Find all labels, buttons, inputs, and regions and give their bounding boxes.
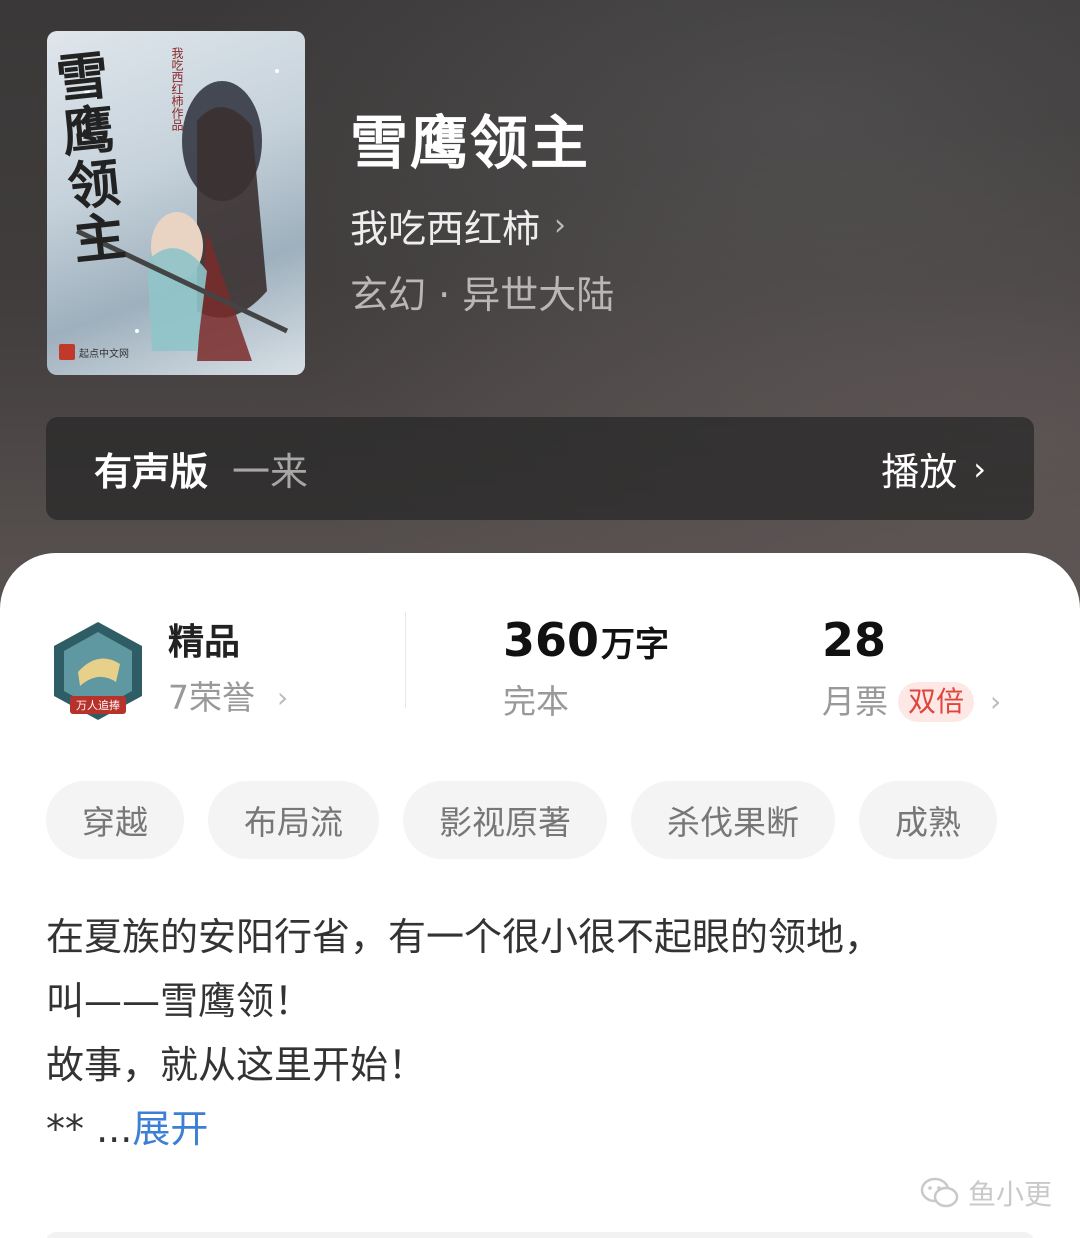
tag-list: 穿越 布局流 影视原著 杀伐果断 成熟	[46, 781, 997, 859]
honor-title: 精品	[168, 622, 241, 663]
description-line: 叫——雪鹰领！	[46, 979, 313, 1023]
completion-status: 完本	[503, 682, 569, 721]
chevron-right-icon: ›	[990, 685, 1002, 718]
genre-label: 玄幻 · 异世大陆	[350, 272, 615, 317]
watermark-text: 鱼小更	[968, 1178, 1053, 1211]
chevron-right-icon: ›	[277, 681, 289, 714]
word-count-unit: 万字	[601, 625, 670, 665]
word-count: 360万字	[503, 612, 669, 673]
author-link[interactable]: 我吃西红柿 ›	[350, 200, 567, 251]
word-count-number: 360	[503, 613, 600, 667]
book-cover[interactable]: 雪鹰领主 我吃西红柿作品 起点中文网	[47, 31, 305, 375]
double-votes-badge: 双倍	[898, 682, 975, 722]
wechat-icon	[920, 1177, 959, 1208]
publisher-seal-icon	[59, 344, 75, 360]
tag-chip[interactable]: 穿越	[46, 781, 184, 859]
book-description: 在夏族的安阳行省，有一个很小很不起眼的领地， 叫——雪鹰领！ 故事，就从这里开始…	[46, 905, 1036, 1161]
book-title: 雪鹰领主	[350, 109, 591, 177]
audio-version-bar[interactable]: 有声版 一来 播放 ›	[46, 417, 1034, 520]
publisher-name: 起点中文网	[79, 348, 129, 360]
monthly-votes-link[interactable]: 月票 双倍 ›	[822, 680, 1001, 724]
description-line: 故事，就从这里开始！	[46, 1043, 427, 1087]
tag-chip[interactable]: 成熟	[859, 781, 997, 859]
cover-author-art: 我吃西红柿作品	[170, 47, 184, 131]
audio-narrator: 一来	[232, 450, 309, 494]
play-button[interactable]: 播放 ›	[881, 441, 986, 496]
expand-link[interactable]: 展开	[132, 1107, 208, 1151]
description-line: 在夏族的安阳行省，有一个很小很不起眼的领地，	[46, 915, 883, 959]
stats-divider	[405, 612, 406, 708]
tag-chip[interactable]: 杀伐果断	[631, 781, 835, 859]
chevron-right-icon: ›	[973, 449, 986, 488]
monthly-votes-count: 28	[822, 613, 887, 667]
honor-count: 7荣誉	[168, 678, 255, 717]
honor-link[interactable]: 7荣誉 ›	[168, 676, 288, 720]
chevron-right-icon: ›	[554, 207, 567, 243]
audio-label: 有声版	[94, 450, 209, 494]
description-line: ** ...展开	[46, 1097, 1036, 1161]
author-name: 我吃西红柿	[350, 206, 541, 251]
honor-badge-text: 万人追捧	[76, 698, 120, 712]
tag-chip[interactable]: 布局流	[208, 781, 379, 859]
next-card-edge	[46, 1232, 1034, 1238]
tag-chip[interactable]: 影视原著	[403, 781, 607, 859]
honor-badge-icon[interactable]: 万人追捧	[50, 620, 146, 722]
publisher-logo: 起点中文网	[59, 343, 129, 361]
book-header: 雪鹰领主 我吃西红柿作品 起点中文网 雪鹰领主 我吃西红柿 › 玄幻 · 异世大…	[0, 0, 1080, 620]
play-label: 播放	[881, 450, 958, 494]
monthly-votes-label: 月票	[822, 682, 888, 721]
watermark: 鱼小更	[920, 1173, 1052, 1213]
description-truncated: ** ...	[46, 1107, 133, 1151]
